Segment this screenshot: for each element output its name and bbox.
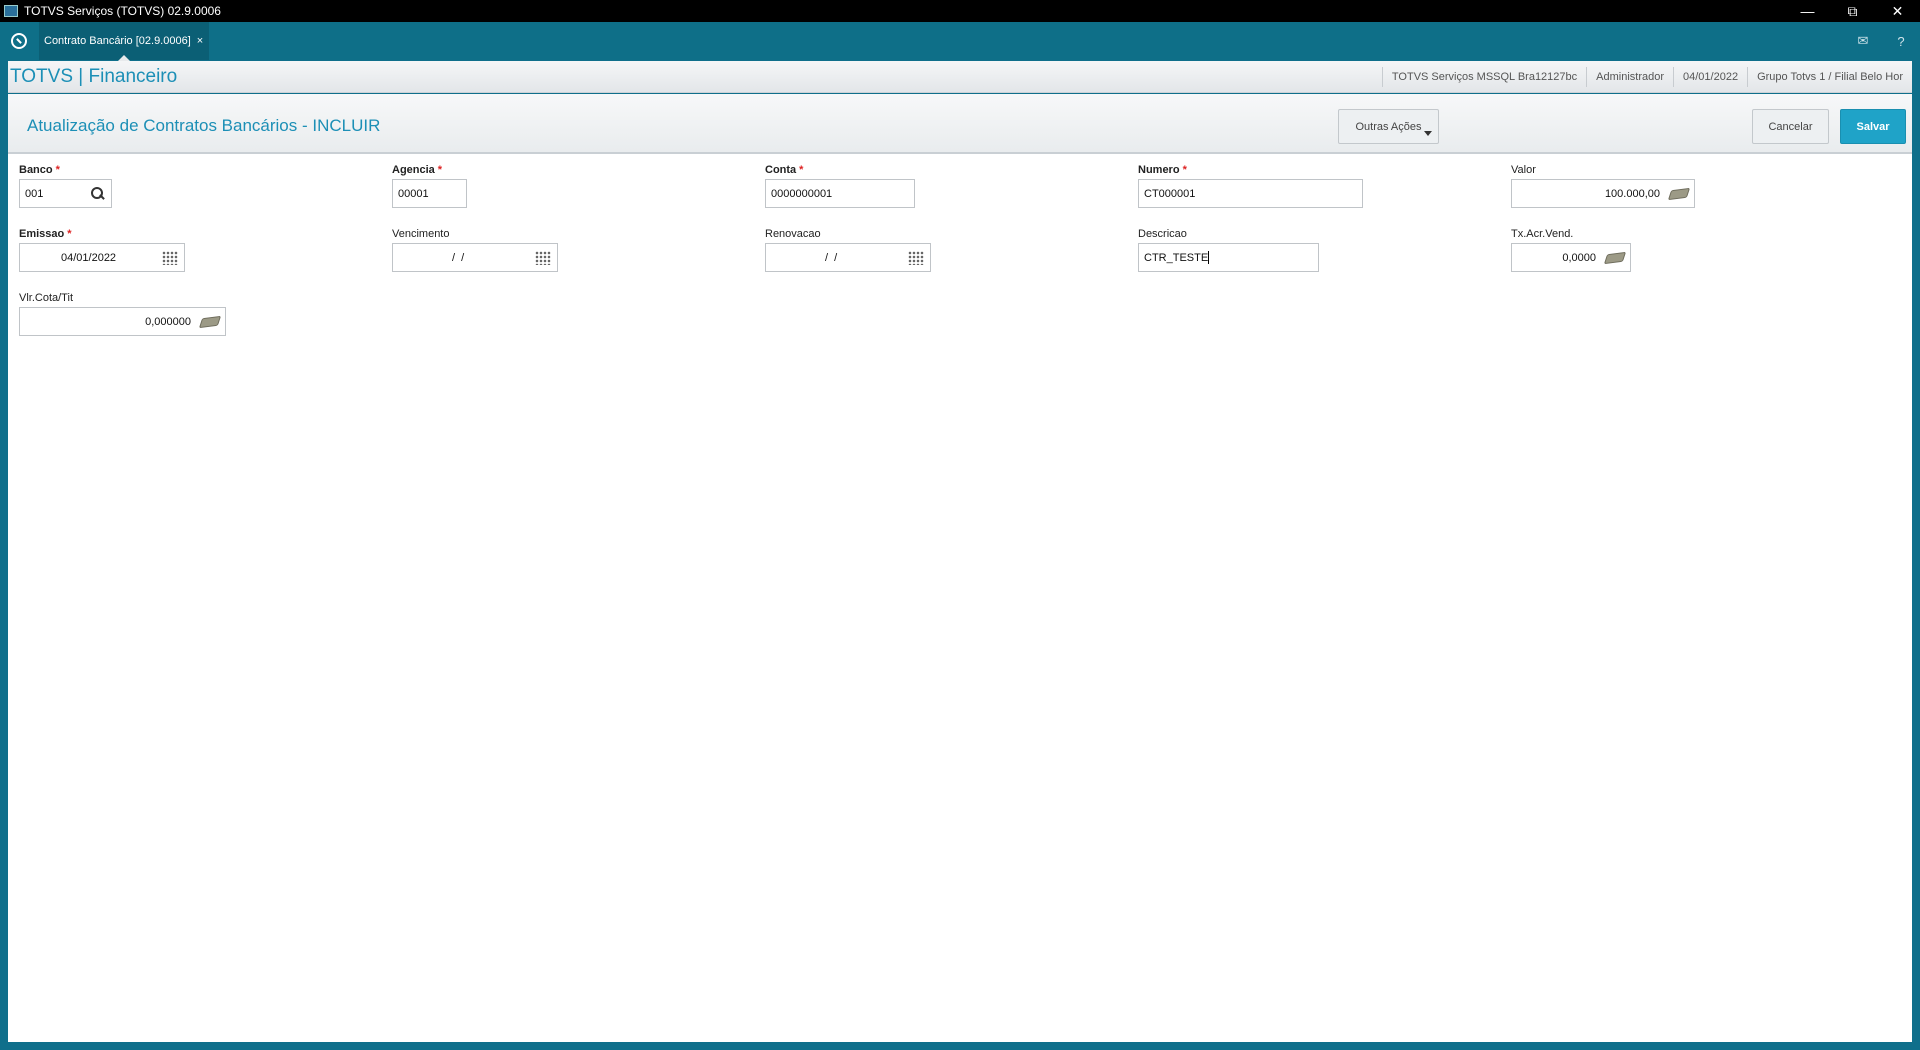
txacr-label: Tx.Acr.Vend.	[1511, 228, 1574, 240]
descricao-input[interactable]: CTR_TESTE	[1138, 243, 1319, 272]
tab-label: Contrato Bancário [02.9.0006]	[44, 35, 191, 47]
branch-info: Grupo Totvs 1 / Filial Belo Hor	[1747, 66, 1912, 87]
valor-input[interactable]: 100.000,00	[1511, 179, 1695, 208]
window-title: TOTVS Serviços (TOTVS) 02.9.0006	[24, 4, 221, 18]
banco-label: Banco *	[19, 164, 60, 176]
cancel-label: Cancelar	[1768, 120, 1813, 133]
valor-label: Valor	[1511, 164, 1536, 176]
descricao-field: Descricao CTR_TESTE	[1138, 227, 1319, 272]
server-info: TOTVS Serviços MSSQL Bra12127bc	[1381, 66, 1586, 87]
text-cursor	[1208, 251, 1210, 264]
renovacao-field: Renovacao / /	[765, 227, 931, 272]
more-actions-button[interactable]: Outras Ações	[1338, 109, 1439, 144]
vlrcota-field: Vlr.Cota/Tit 0,000000	[19, 291, 226, 336]
search-icon[interactable]	[89, 186, 105, 202]
calendar-icon[interactable]	[535, 251, 551, 265]
conta-label: Conta *	[765, 164, 804, 176]
numero-input[interactable]: CT000001	[1138, 179, 1363, 208]
chevron-down-icon	[1424, 131, 1432, 136]
help-icon[interactable]: ?	[1882, 22, 1920, 60]
emissao-field: Emissao * 04/01/2022	[19, 227, 185, 272]
renovacao-input[interactable]: / /	[765, 243, 931, 272]
home-icon[interactable]	[11, 33, 27, 49]
app-icon	[4, 5, 18, 17]
window-titlebar: TOTVS Serviços (TOTVS) 02.9.0006 — ⧉ ✕	[0, 0, 1920, 22]
calendar-icon[interactable]	[908, 251, 924, 265]
vencimento-field: Vencimento / /	[392, 227, 558, 272]
emissao-label: Emissao *	[19, 228, 72, 240]
cancel-button[interactable]: Cancelar	[1752, 109, 1829, 144]
more-actions-label: Outras Ações	[1355, 120, 1422, 133]
conta-field: Conta * 0000000001	[765, 163, 915, 208]
calculator-money-icon[interactable]	[1603, 251, 1627, 265]
calendar-icon[interactable]	[162, 251, 178, 265]
save-label: Salvar	[1856, 120, 1890, 133]
vencimento-label: Vencimento	[392, 228, 450, 240]
main-page: Atualização de Contratos Bancários - INC…	[8, 94, 1912, 1042]
tab-contrato-bancario[interactable]: Contrato Bancário [02.9.0006] ×	[39, 22, 210, 61]
emissao-input[interactable]: 04/01/2022	[19, 243, 185, 272]
date-info: 04/01/2022	[1673, 66, 1747, 87]
vlrcota-label: Vlr.Cota/Tit	[19, 292, 73, 304]
txacr-field: Tx.Acr.Vend. 0,0000	[1511, 227, 1631, 272]
mail-icon[interactable]: ✉	[1844, 22, 1882, 60]
numero-field: Numero * CT000001	[1138, 163, 1363, 208]
valor-field: Valor 100.000,00	[1511, 163, 1695, 208]
close-window-button[interactable]: ✕	[1875, 0, 1920, 22]
banco-input[interactable]: 001	[19, 179, 112, 208]
agencia-input[interactable]: 00001	[392, 179, 467, 208]
descricao-label: Descricao	[1138, 228, 1187, 240]
banco-field: Banco * 001	[19, 163, 112, 208]
calculator-money-icon[interactable]	[198, 315, 222, 329]
minimize-button[interactable]: —	[1785, 0, 1830, 22]
vlrcota-input[interactable]: 0,000000	[19, 307, 226, 336]
restore-button[interactable]: ⧉	[1830, 0, 1875, 22]
page-header: Atualização de Contratos Bancários - INC…	[8, 94, 1912, 154]
tab-bar: Contrato Bancário [02.9.0006] × ✉ ?	[0, 22, 1920, 61]
txacr-input[interactable]: 0,0000	[1511, 243, 1631, 272]
agencia-label: Agencia *	[392, 164, 443, 176]
renovacao-label: Renovacao	[765, 228, 821, 240]
numero-label: Numero *	[1138, 164, 1187, 176]
page-title: Atualização de Contratos Bancários - INC…	[27, 116, 381, 135]
agencia-field: Agencia * 00001	[392, 163, 467, 208]
app-header: TOTVS | Financeiro TOTVS Serviços MSSQL …	[8, 61, 1912, 93]
save-button[interactable]: Salvar	[1840, 109, 1906, 144]
calculator-money-icon[interactable]	[1667, 187, 1691, 201]
tab-close-icon[interactable]: ×	[197, 35, 203, 47]
vencimento-input[interactable]: / /	[392, 243, 558, 272]
brand-title: TOTVS | Financeiro	[10, 65, 178, 87]
user-info: Administrador	[1586, 66, 1673, 87]
conta-input[interactable]: 0000000001	[765, 179, 915, 208]
